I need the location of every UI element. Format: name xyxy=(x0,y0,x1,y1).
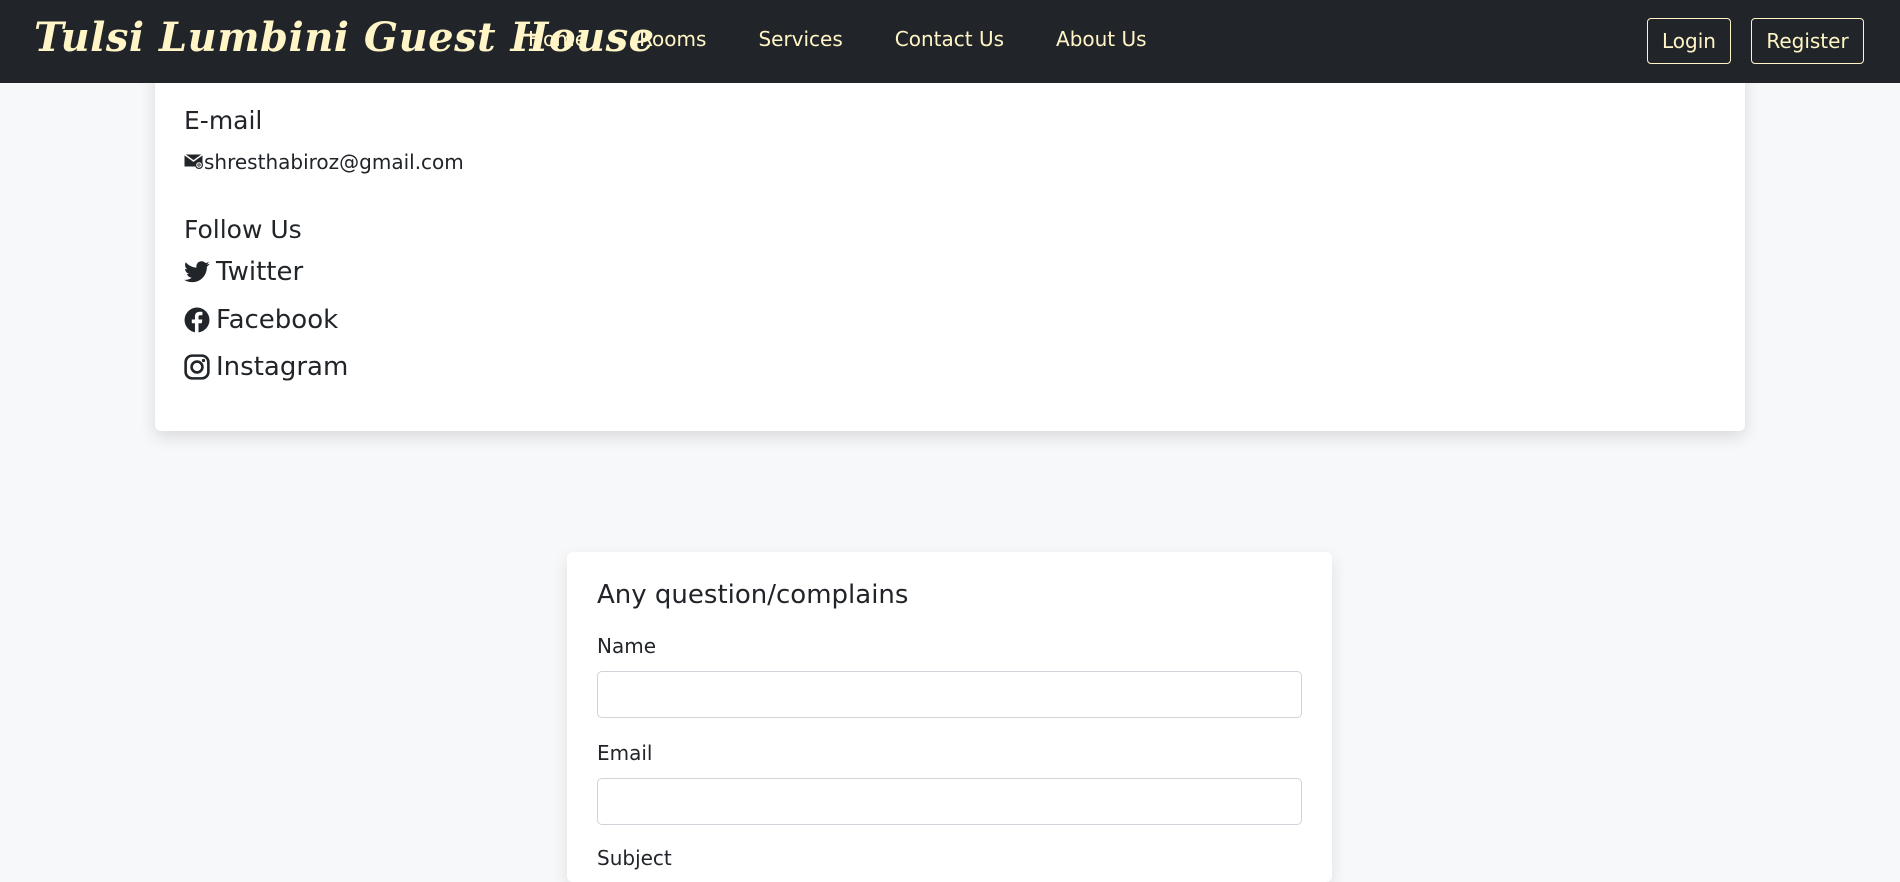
social-twitter-label: Twitter xyxy=(216,257,304,287)
email-address: shresthabiroz@gmail.com xyxy=(204,150,464,174)
social-facebook-label: Facebook xyxy=(216,305,339,335)
nav-link-home[interactable]: Home xyxy=(528,27,587,51)
social-facebook[interactable]: Facebook xyxy=(184,305,338,335)
instagram-icon xyxy=(184,354,210,380)
login-button[interactable]: Login xyxy=(1647,18,1731,64)
nav-link-rooms[interactable]: Rooms xyxy=(639,27,706,51)
email-heading: E-mail xyxy=(184,106,263,135)
form-title: Any question/complains xyxy=(597,580,909,610)
envelope-icon xyxy=(184,150,204,174)
navbar: Tulsi Lumbini Guest House Home Rooms Ser… xyxy=(0,0,1900,83)
name-label: Name xyxy=(597,634,657,658)
question-form-card: Any question/complains Name Email Subjec… xyxy=(567,552,1332,882)
register-button[interactable]: Register xyxy=(1751,18,1864,64)
follow-us-heading: Follow Us xyxy=(184,215,302,244)
twitter-icon xyxy=(184,261,210,283)
social-twitter[interactable]: Twitter xyxy=(184,257,303,287)
nav-link-services[interactable]: Services xyxy=(758,27,842,51)
email-label: Email xyxy=(597,741,653,765)
facebook-icon xyxy=(184,307,210,333)
nav-links: Home Rooms Services Contact Us About Us xyxy=(528,27,1199,51)
social-instagram-label: Instagram xyxy=(216,352,349,382)
name-input[interactable] xyxy=(597,671,1302,718)
nav-link-contact-us[interactable]: Contact Us xyxy=(895,27,1004,51)
subject-label: Subject xyxy=(597,846,672,870)
social-instagram[interactable]: Instagram xyxy=(184,352,348,382)
email-line: shresthabiroz@gmail.com xyxy=(184,150,464,174)
email-input[interactable] xyxy=(597,778,1302,825)
nav-link-about-us[interactable]: About Us xyxy=(1056,27,1147,51)
contact-info-card: E-mail shresthabiroz@gmail.com Follow Us… xyxy=(155,60,1745,431)
